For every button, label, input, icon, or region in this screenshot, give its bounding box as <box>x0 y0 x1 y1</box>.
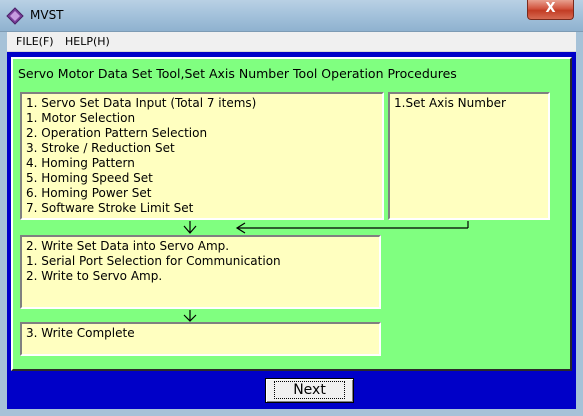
step2-item-serial-port: 1. Serial Port Selection for Communicati… <box>26 254 281 268</box>
app-icon <box>6 7 24 25</box>
step1-item-homing-power: 6. Homing Power Set <box>26 186 152 200</box>
step1-item-homing-speed: 5. Homing Speed Set <box>26 171 153 185</box>
window-frame-left <box>0 32 7 416</box>
step1-item-homing-pattern: 4. Homing Pattern <box>26 156 135 170</box>
step2-item-write-servo-amp: 2. Write to Servo Amp. <box>26 269 163 283</box>
step1-item-software-stroke-limit: 7. Software Stroke Limit Set <box>26 201 194 215</box>
next-button[interactable]: Next <box>265 378 354 403</box>
set-axis-number-box: 1.Set Axis Number <box>388 92 550 220</box>
mvst-window: MVST X FILE(F) HELP(H) Servo Motor Data … <box>0 0 583 416</box>
step3-title: 3. Write Complete <box>26 326 135 340</box>
title-bar[interactable]: MVST X <box>0 0 583 32</box>
menu-file[interactable]: FILE(F) <box>16 35 54 48</box>
step2-write-data-box: 2. Write Set Data into Servo Amp. 1. Ser… <box>20 235 381 309</box>
step1-item-stroke-reduction: 3. Stroke / Reduction Set <box>26 141 175 155</box>
step1-title: 1. Servo Set Data Input (Total 7 items) <box>26 96 257 110</box>
page-title: Servo Motor Data Set Tool,Set Axis Numbe… <box>18 66 457 81</box>
step1-item-motor-selection: 1. Motor Selection <box>26 111 136 125</box>
close-button[interactable]: X <box>527 0 574 20</box>
axis-title: 1.Set Axis Number <box>394 96 506 110</box>
menu-help[interactable]: HELP(H) <box>65 35 110 48</box>
close-icon: X <box>545 1 556 16</box>
step1-servo-data-box: 1. Servo Set Data Input (Total 7 items) … <box>20 92 384 220</box>
window-title: MVST <box>30 8 64 22</box>
next-button-label: Next <box>274 381 345 399</box>
step1-item-operation-pattern: 2. Operation Pattern Selection <box>26 126 208 140</box>
step2-title: 2. Write Set Data into Servo Amp. <box>26 239 230 253</box>
window-frame-right <box>576 32 583 416</box>
step3-complete-box: 3. Write Complete <box>20 322 381 356</box>
menu-bar: FILE(F) HELP(H) <box>7 32 576 52</box>
window-frame-bottom <box>0 409 583 416</box>
